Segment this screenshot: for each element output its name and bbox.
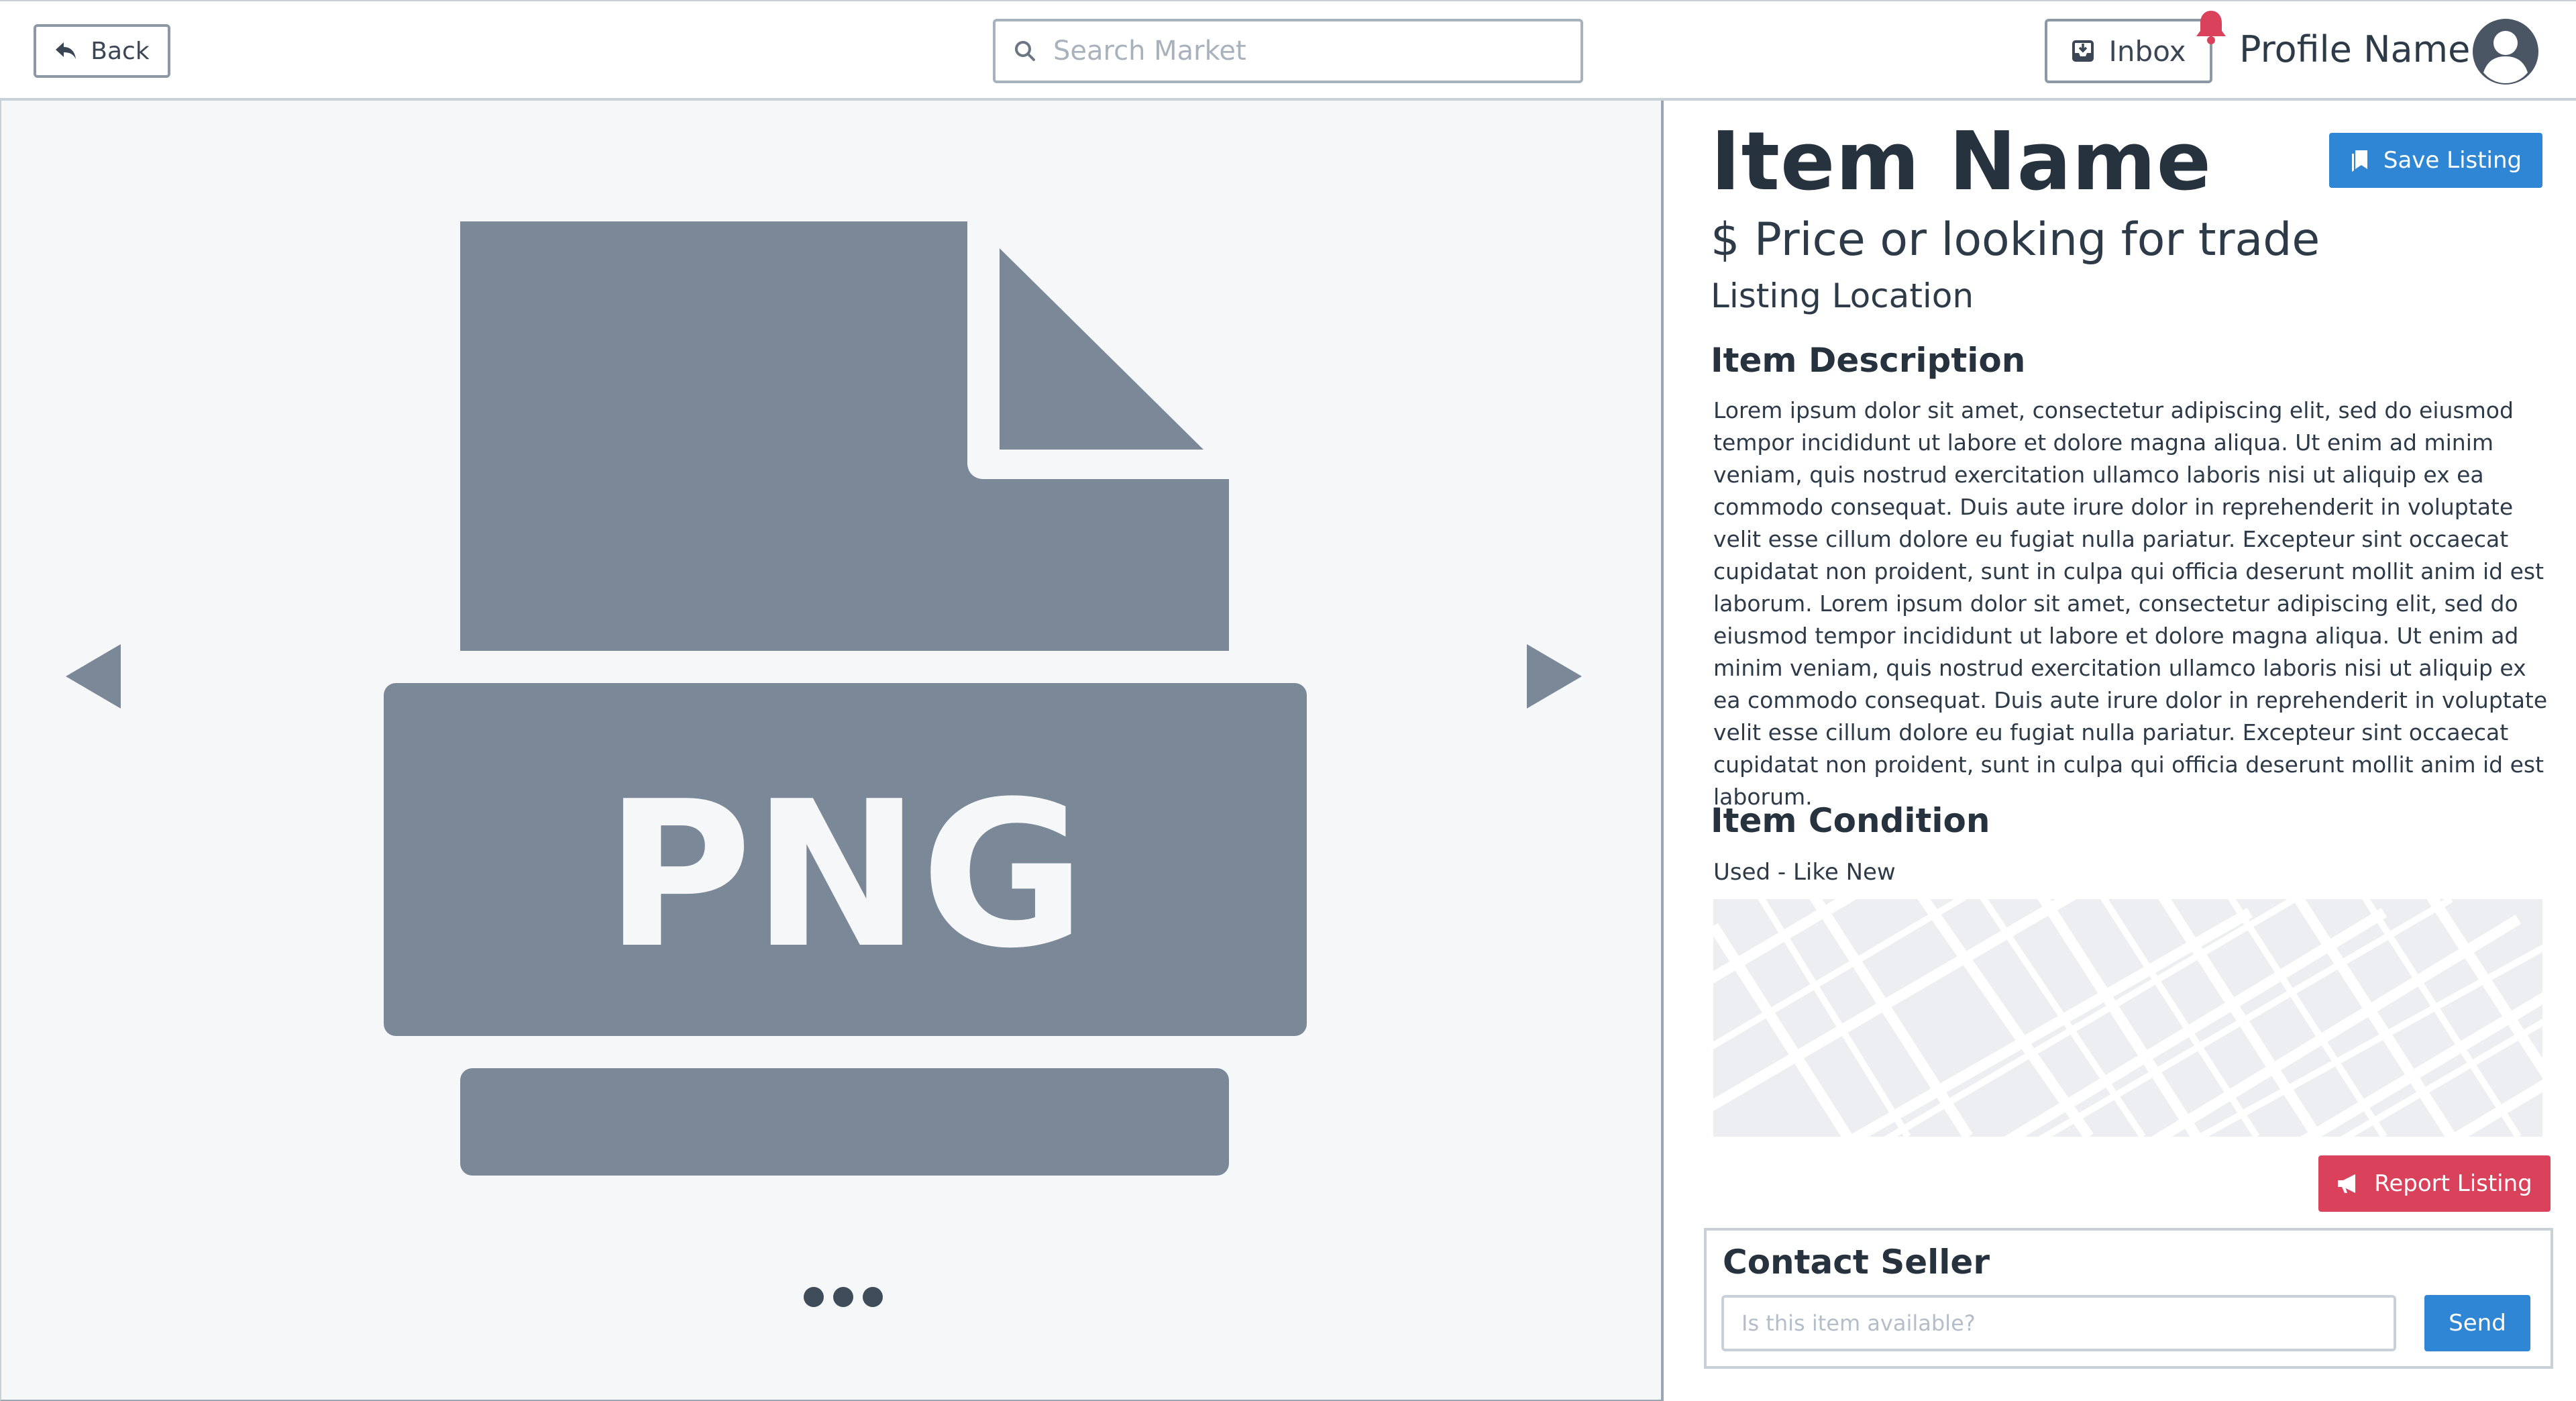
avatar-icon[interactable]	[2471, 17, 2540, 86]
item-price: $ Price or looking for trade	[1711, 213, 2320, 266]
carousel-dot[interactable]	[833, 1287, 853, 1307]
inbox-button[interactable]: Inbox	[2045, 19, 2212, 83]
listing-details: Item Name Save Listing $ Price or lookin…	[1666, 101, 2576, 1401]
message-input[interactable]	[1721, 1295, 2396, 1351]
save-listing-button[interactable]: Save Listing	[2329, 133, 2542, 188]
item-name: Item Name	[1711, 115, 2212, 209]
contact-seller-panel: Contact Seller Send	[1704, 1228, 2553, 1369]
save-listing-label: Save Listing	[2383, 147, 2522, 174]
file-type-label: PNG	[604, 758, 1085, 992]
carousel-dot[interactable]	[863, 1287, 883, 1307]
search-icon	[1015, 41, 1035, 61]
megaphone-icon	[2338, 1174, 2356, 1193]
image-gallery: PNG	[0, 101, 1664, 1401]
item-condition: Used - Like New	[1713, 859, 1896, 886]
back-arrow-icon	[56, 42, 76, 59]
listing-location: Listing Location	[1711, 276, 1974, 315]
back-button[interactable]: Back	[34, 24, 170, 78]
contact-seller-heading: Contact Seller	[1723, 1243, 1990, 1282]
inbox-icon	[2072, 40, 2094, 62]
notification-bell-icon[interactable]	[2192, 8, 2230, 46]
report-listing-button[interactable]: Report Listing	[2318, 1155, 2551, 1212]
carousel-dot[interactable]	[804, 1287, 824, 1307]
top-bar: Back Inbox Profile Name	[0, 0, 2576, 101]
png-file-icon: PNG	[384, 221, 1307, 1176]
condition-heading: Item Condition	[1711, 801, 1990, 840]
bookmark-icon	[2351, 150, 2367, 172]
arrow-left-icon[interactable]	[64, 643, 125, 710]
back-button-label: Back	[91, 37, 150, 65]
carousel-indicator	[804, 1287, 883, 1307]
report-listing-label: Report Listing	[2374, 1170, 2532, 1197]
arrow-right-icon[interactable]	[1523, 643, 1583, 710]
item-description: Lorem ipsum dolor sit amet, consectetur …	[1713, 397, 2548, 810]
search-input[interactable]	[1053, 36, 1563, 66]
send-button[interactable]: Send	[2424, 1295, 2530, 1351]
location-map[interactable]	[1713, 899, 2542, 1137]
profile-name[interactable]: Profile Name	[2239, 28, 2470, 70]
search-bar[interactable]	[993, 19, 1583, 83]
description-heading: Item Description	[1711, 341, 2026, 380]
inbox-button-label: Inbox	[2108, 34, 2186, 68]
